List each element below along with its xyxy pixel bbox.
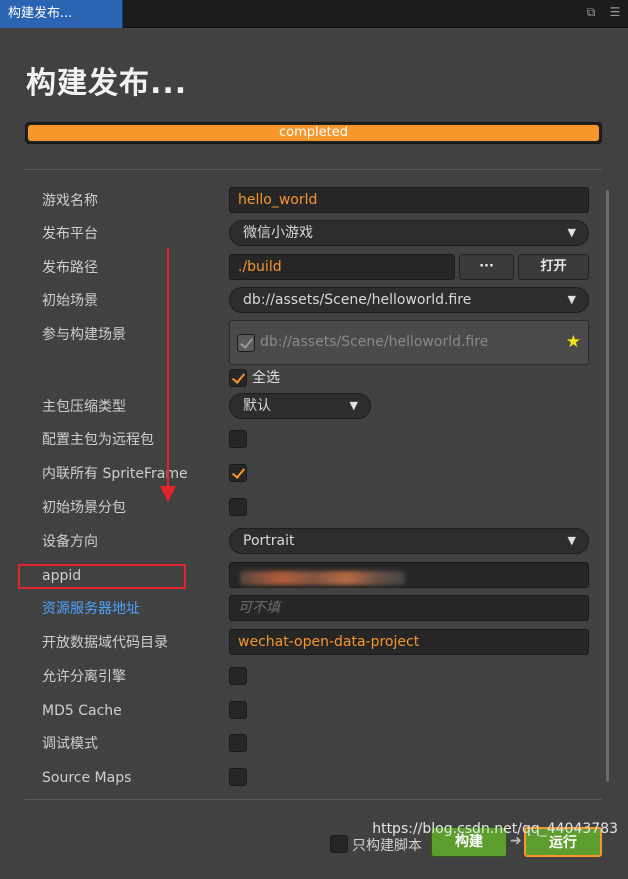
star-icon: ★: [565, 332, 581, 352]
start-scene-subpackage-label: 初始场景分包: [42, 500, 126, 516]
source-maps-checkbox[interactable]: [229, 768, 247, 786]
build-script-only-label: 只构建脚本: [352, 838, 422, 854]
start-scene-subpackage-checkbox[interactable]: [229, 498, 247, 516]
divider-top: [25, 169, 602, 170]
scene-item: db://assets/Scene/helloworld.fire: [260, 334, 489, 350]
tab-controls: ⧉ ☰: [584, 5, 622, 19]
compression-select[interactable]: 默认 ▼: [229, 393, 371, 419]
server-label-link[interactable]: 资源服务器地址: [42, 600, 140, 618]
select-all-label: 全选: [252, 370, 280, 386]
annotation-highlight-box: [18, 564, 186, 589]
inline-spriteframe-checkbox[interactable]: [229, 464, 247, 482]
browse-button[interactable]: ···: [459, 254, 514, 280]
scrollbar[interactable]: [606, 190, 609, 782]
md5-cache-label: MD5 Cache: [42, 703, 122, 719]
source-maps-label: Source Maps: [42, 770, 132, 786]
build-progress-bar: completed: [25, 122, 602, 144]
annotation-arrow-head: [160, 486, 176, 502]
open-folder-button[interactable]: 打开: [518, 254, 589, 280]
start-scene-label: 初始场景: [42, 293, 98, 309]
chevron-down-icon: ▼: [567, 293, 576, 306]
tab-bar: 构建发布... ⧉ ☰: [0, 0, 628, 28]
game-name-label: 游戏名称: [42, 193, 98, 209]
debug-mode-checkbox[interactable]: [229, 734, 247, 752]
platform-select[interactable]: 微信小游戏 ▼: [229, 220, 589, 246]
compression-value: 默认: [243, 398, 271, 414]
md5-cache-checkbox[interactable]: [229, 701, 247, 719]
debug-mode-label: 调试模式: [42, 736, 98, 752]
server-input[interactable]: 可不填: [229, 595, 589, 621]
compression-label: 主包压缩类型: [42, 399, 126, 415]
inline-spriteframe-label: 内联所有 SpriteFrame: [42, 466, 188, 482]
page-title: 构建发布...: [26, 66, 188, 101]
game-name-input[interactable]: hello_world: [229, 187, 589, 213]
platform-label: 发布平台: [42, 226, 98, 242]
build-panel: 构建发布... completed 游戏名称 hello_world 发布平台 …: [0, 28, 628, 879]
build-path-label: 发布路径: [42, 260, 98, 276]
divider-bottom: [25, 799, 602, 800]
tab-build-publish[interactable]: 构建发布...: [0, 0, 123, 28]
remote-main-checkbox[interactable]: [229, 430, 247, 448]
separate-engine-label: 允许分离引擎: [42, 669, 126, 685]
remote-main-label: 配置主包为远程包: [42, 432, 154, 448]
open-data-label: 开放数据域代码目录: [42, 635, 168, 651]
popout-icon[interactable]: ⧉: [584, 5, 598, 19]
progress-label: completed: [279, 125, 348, 140]
orientation-value: Portrait: [243, 533, 295, 549]
start-scene-select[interactable]: db://assets/Scene/helloworld.fire ▼: [229, 287, 589, 313]
separate-engine-checkbox[interactable]: [229, 667, 247, 685]
watermark: https://blog.csdn.net/qq_44043783: [372, 821, 618, 837]
open-data-input[interactable]: wechat-open-data-project: [229, 629, 589, 655]
chevron-down-icon: ▼: [349, 399, 358, 412]
redacted-appid: [240, 571, 405, 585]
included-scenes-label: 参与构建场景: [42, 327, 126, 343]
build-path-input[interactable]: ./build: [229, 254, 455, 280]
select-all-checkbox[interactable]: [229, 369, 247, 387]
scene-checkbox: [237, 334, 255, 352]
platform-value: 微信小游戏: [243, 225, 313, 241]
scene-list: db://assets/Scene/helloworld.fire ★: [229, 320, 589, 365]
build-script-only-checkbox[interactable]: [330, 835, 348, 853]
orientation-label: 设备方向: [42, 534, 98, 550]
chevron-down-icon: ▼: [567, 226, 576, 239]
chevron-down-icon: ▼: [567, 534, 576, 547]
annotation-arrow-line: [167, 248, 169, 490]
orientation-select[interactable]: Portrait ▼: [229, 528, 589, 554]
menu-icon[interactable]: ☰: [608, 5, 622, 19]
start-scene-value: db://assets/Scene/helloworld.fire: [243, 292, 472, 308]
